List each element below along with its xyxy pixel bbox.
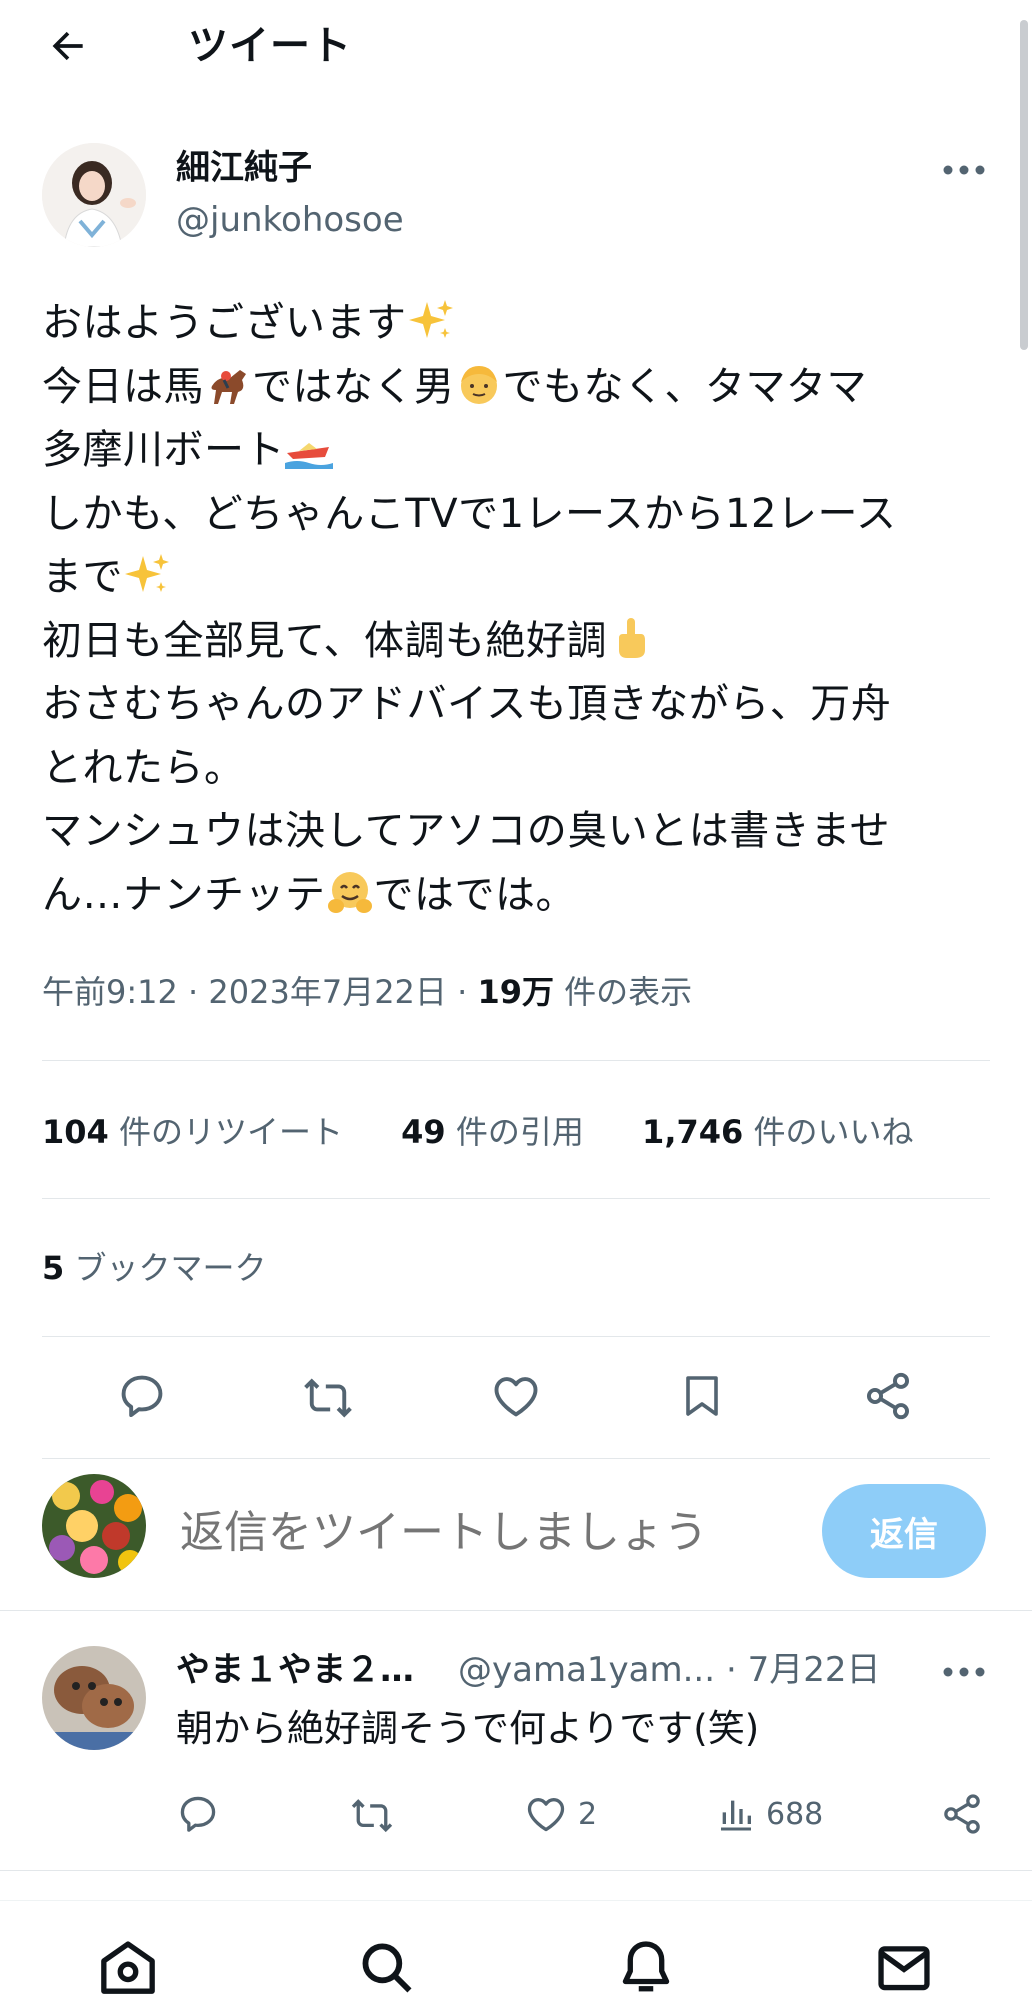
retweets-count: 104 — [42, 1113, 109, 1151]
meta-separator: · — [457, 973, 468, 1011]
tweet-line: ではなく男 — [252, 363, 455, 410]
arrow-left-icon — [52, 31, 83, 61]
meta-separator: · — [188, 973, 199, 1011]
retweet-icon — [351, 1799, 393, 1833]
nav-notifications-button[interactable] — [614, 1938, 678, 2000]
likes-stat[interactable]: 1,746 件のいいね — [642, 1104, 913, 1160]
reply-icon — [121, 1375, 163, 1418]
hugging-face-emoji — [327, 871, 372, 913]
tweet-time[interactable]: 午前9:12 — [42, 973, 178, 1011]
tweet-line: まで — [42, 554, 123, 600]
tweet-text: おはようございます 今日は馬 ではなく男 でもなく、タマタマ 多摩川ボート しかも、… — [42, 292, 992, 927]
reply-retweet-button[interactable] — [348, 1786, 396, 1842]
quotes-label: 件の引用 — [455, 1113, 584, 1151]
tweet-line: おさむちゃんのアドバイスも頂きながら、万舟 — [42, 681, 892, 727]
like-button[interactable] — [484, 1364, 548, 1428]
reply-like-button[interactable]: 2 — [524, 1786, 597, 1842]
tweet-line: おはようございます — [42, 300, 407, 346]
tweet-line: マンシュウは決してアソコの臭いとは書きませ — [42, 808, 891, 854]
tweet-meta: 午前9:12 · 2023年7月22日 · 19万 件の表示 — [42, 964, 692, 1020]
tweet-line: しかも、どちゃんこTVで1レースから12レース — [42, 490, 897, 537]
index-pointing-up-emoji — [619, 617, 645, 658]
reply-reply-button[interactable] — [176, 1786, 220, 1842]
reply-like-count: 2 — [578, 1796, 598, 1832]
divider — [42, 1060, 990, 1061]
bookmarks-label: ブックマーク — [74, 1249, 267, 1287]
home-icon — [101, 1941, 155, 1994]
more-horizontal-icon — [943, 1667, 985, 1677]
back-button[interactable] — [40, 18, 96, 74]
retweets-label: 件のリツイート — [118, 1113, 343, 1151]
bookmarks-count: 5 — [42, 1249, 65, 1287]
reply-author-name[interactable]: やま１やま２… — [176, 1648, 414, 1692]
reply-author-avatar[interactable] — [42, 1646, 146, 1750]
divider — [42, 1336, 990, 1337]
engagement-stats: 104 件のリツイート 49 件の引用 1,746 件のいいね — [42, 1104, 961, 1160]
reply-icon — [180, 1796, 216, 1832]
bookmark-button[interactable] — [670, 1364, 734, 1428]
author-avatar[interactable] — [42, 143, 146, 247]
divider — [42, 1198, 990, 1199]
sparkles-emoji — [408, 300, 453, 338]
tweet-line: ん…ナンチッテ — [42, 871, 326, 918]
tweet-line: ではでは。 — [373, 871, 576, 918]
tweet-line: 初日も全部見て、体調も絶好調 — [42, 617, 607, 664]
divider — [42, 1458, 990, 1459]
views-count: 19万 — [477, 973, 554, 1011]
reply-view-count: 688 — [766, 1796, 824, 1832]
reply-submit-button[interactable]: 返信 — [822, 1484, 986, 1578]
tweet-line: でもなく、タマタマ — [502, 363, 867, 410]
reply-button[interactable] — [110, 1364, 174, 1428]
more-horizontal-icon — [943, 165, 985, 175]
man-emoji — [460, 365, 497, 404]
share-icon — [944, 1794, 980, 1834]
retweet-button[interactable] — [296, 1364, 360, 1428]
quotes-count: 49 — [401, 1113, 446, 1151]
reply-input[interactable] — [180, 1500, 760, 1564]
retweet-icon — [304, 1378, 352, 1418]
sparkles-emoji — [125, 554, 169, 592]
reply-views-button[interactable]: 688 — [716, 1786, 823, 1842]
tweet-line: 多摩川ボート — [42, 427, 285, 473]
bookmarks-stat[interactable]: 5 ブックマーク — [42, 1240, 266, 1296]
reply-share-button[interactable] — [940, 1786, 984, 1842]
search-icon — [362, 1943, 412, 1993]
analytics-icon — [721, 1800, 751, 1831]
author-name[interactable]: 細江純子 — [176, 146, 312, 190]
share-button[interactable] — [856, 1364, 920, 1428]
retweets-stat[interactable]: 104 件のリツイート — [42, 1104, 343, 1160]
notifications-icon — [622, 1941, 670, 1992]
like-icon — [527, 1798, 565, 1832]
tweet-line: とれたら。 — [42, 744, 245, 791]
page-title: ツイート — [188, 23, 352, 69]
scrollbar[interactable] — [1020, 20, 1028, 350]
author-handle[interactable]: @junkohosoe — [176, 198, 404, 242]
reply-date[interactable]: · 7月22日 — [726, 1648, 881, 1692]
messages-icon — [878, 1946, 930, 1991]
my-avatar[interactable] — [42, 1474, 146, 1578]
tweet-date[interactable]: 2023年7月22日 — [208, 973, 447, 1011]
quotes-stat[interactable]: 49 件の引用 — [401, 1104, 584, 1160]
views-label: 件の表示 — [564, 973, 693, 1011]
reply-more-button[interactable] — [936, 1650, 992, 1694]
like-icon — [494, 1377, 538, 1417]
horse-racing-emoji — [211, 369, 246, 404]
likes-label: 件のいいね — [753, 1113, 914, 1151]
share-icon — [866, 1372, 910, 1420]
top-bar: ツイート — [0, 0, 1032, 90]
divider — [0, 1610, 1032, 1611]
nav-messages-button[interactable] — [872, 1938, 936, 2000]
more-options-button[interactable] — [936, 148, 992, 192]
nav-home-button[interactable] — [96, 1938, 160, 2000]
nav-search-button[interactable] — [354, 1938, 418, 2000]
likes-count: 1,746 — [642, 1113, 744, 1151]
reply-text: 朝から絶好調そうで何よりです(笑) — [176, 1707, 760, 1750]
speedboat-emoji — [285, 443, 333, 469]
divider — [0, 1870, 1032, 1871]
tweet-line: 今日は馬 — [42, 363, 204, 410]
bookmark-icon — [686, 1376, 718, 1416]
reply-author-handle[interactable]: @yama1yam... — [458, 1648, 715, 1692]
